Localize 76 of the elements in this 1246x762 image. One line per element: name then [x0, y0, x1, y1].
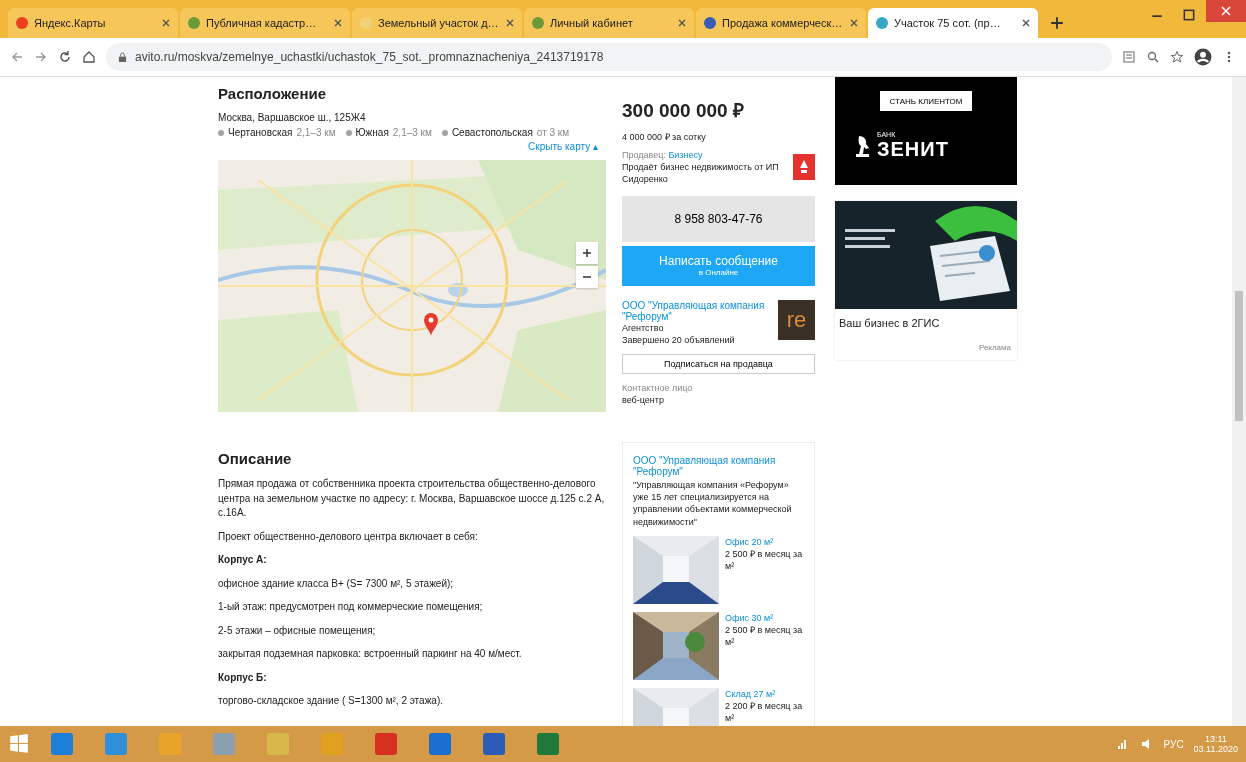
home-icon[interactable] — [82, 50, 96, 64]
metro-distance: 2,1–3 км — [296, 127, 336, 138]
offer-price: 2 500 ₽ в месяц за м² — [725, 623, 804, 649]
company-link[interactable]: ООО "Управляющая компания "Рефорум" — [622, 299, 772, 322]
company-about: "Управляющая компания «Рефорум» уже 15 лет специализируется на управлении объектами коммерческой недвижимости" — [633, 479, 793, 528]
price: 300 000 000 ₽ — [622, 99, 745, 123]
seller-link[interactable]: Бизнесу — [668, 150, 703, 161]
ad-label: Реклама — [977, 343, 1011, 352]
description-paragraph: Корпус А: — [218, 553, 268, 567]
reload-icon[interactable] — [58, 50, 72, 64]
description-paragraph: Проект общественно-делового центра включает в себя: — [218, 529, 479, 544]
forward-icon[interactable] — [34, 50, 48, 64]
seller-note: Продаёт бизнес недвижимость от ИП Сидоренко — [622, 161, 780, 186]
close-icon[interactable] — [678, 19, 686, 27]
description-paragraph: 1-ый этаж: предусмотрен под коммерческие помещения; — [218, 600, 484, 614]
metro-station: Южная — [355, 127, 389, 138]
company-logo[interactable]: re — [778, 299, 815, 340]
close-icon[interactable] — [1022, 19, 1030, 27]
metro-station: Чертановская — [228, 127, 293, 138]
plus-icon — [582, 248, 592, 258]
lock-icon — [118, 51, 127, 63]
company-type: Агентство — [622, 322, 665, 334]
offer-price: 2 500 ₽ в месяц за м² — [725, 547, 804, 573]
address-field[interactable]: avito.ru/moskva/zemelnye_uchastki/uchastok_75_sot._promnaznacheniya_2413719178 — [106, 43, 1112, 71]
description-paragraph: торгово-складское здание ( S=1300 м², 2 этажа). — [218, 694, 444, 708]
contact-label: Контактное лицо — [622, 381, 694, 394]
offer-title[interactable]: Офис 20 м² — [725, 535, 804, 548]
offer-price: 2 200 ₽ в месяц за м² — [725, 699, 804, 725]
scrollbar[interactable] — [1232, 77, 1246, 726]
seller-label: Продавец: — [622, 150, 666, 161]
description-paragraph: Корпус Б: — [218, 670, 268, 685]
close-icon[interactable] — [850, 19, 858, 27]
browser-tab[interactable]: Яндекс.Карты — [8, 8, 178, 38]
maximize-icon[interactable] — [1182, 8, 1196, 22]
address-text: Москва, Варшавское ш., 125Ж4 — [218, 112, 367, 123]
horse-icon — [855, 134, 871, 158]
search-icon[interactable] — [1146, 50, 1160, 64]
offer-title[interactable]: Офис 30 м² — [725, 611, 804, 624]
close-icon[interactable] — [506, 19, 514, 27]
translate-icon[interactable] — [1122, 50, 1136, 64]
metro-station: Севастопольская — [451, 127, 533, 138]
browser-tab[interactable]: Личный кабинет — [524, 8, 694, 38]
section-title: Описание — [218, 450, 293, 467]
browser-tab[interactable]: Продажа коммерческ… — [696, 8, 866, 38]
hide-map-link[interactable]: Скрыть карту ▴ — [528, 141, 598, 152]
description-paragraph: офисное здание класса В+ (S= 7300 м², 5 этажей); — [218, 576, 455, 591]
description-paragraph: Прямая продажа от собственника проекта строительства общественно-делового центра на земельном участке по адресу: г. Москва, Варшавское шоссе д.125 с.2 А, с.16А. — [218, 477, 606, 520]
new-tab-icon[interactable] — [1050, 16, 1064, 30]
browser-tab[interactable]: Публичная кадастр… — [180, 8, 350, 38]
back-icon[interactable] — [10, 50, 24, 64]
contact-name: веб-центр — [622, 394, 665, 407]
close-icon[interactable] — [334, 19, 342, 27]
zoom-out-button[interactable] — [576, 266, 598, 288]
profile-icon[interactable] — [1194, 48, 1212, 66]
offer-title[interactable]: Склад 27 м² — [725, 687, 804, 700]
browser-tab[interactable]: Земельный участок д… — [352, 8, 522, 38]
badge-icon — [793, 154, 815, 181]
description-paragraph: 2-5 этажи – офисные помещения; — [218, 623, 377, 638]
completed-count: Завершено 20 объявлений — [622, 333, 736, 346]
star-icon[interactable] — [1170, 50, 1184, 64]
start-icon[interactable] — [8, 733, 30, 755]
zoom-in-button[interactable] — [576, 242, 598, 264]
metro-distance: от 3 км — [536, 127, 570, 138]
bank-name: ЗЕНИТ — [877, 138, 949, 161]
price-per-unit: 4 000 000 ₽ за сотку — [622, 131, 707, 144]
subscribe-button[interactable]: Подписаться на продавца — [622, 353, 815, 374]
close-icon[interactable] — [162, 19, 170, 27]
browser-tab[interactable]: Участок 75 сот. (пр… — [868, 8, 1038, 38]
ad-caption[interactable]: Ваш бизнес в 2ГИС — [839, 317, 1013, 329]
company-link[interactable]: ООО "Управляющая компания "Рефорум" — [633, 455, 804, 478]
phone-button[interactable]: 8 958 803-47-76 — [622, 195, 815, 242]
section-title: Расположение — [218, 85, 328, 102]
description-paragraph: закрытая подземная парковка: встроенный паркинг на 40 м/мест. — [218, 647, 523, 661]
become-client-button[interactable]: СТАНЬ КЛИЕНТОМ — [880, 91, 972, 111]
url-text: avito.ru/moskva/zemelnye_uchastki/uchastok_75_sot._promnaznacheniya_2413719178 — [135, 50, 604, 64]
metro-distance: 2,1–3 км — [392, 127, 432, 138]
